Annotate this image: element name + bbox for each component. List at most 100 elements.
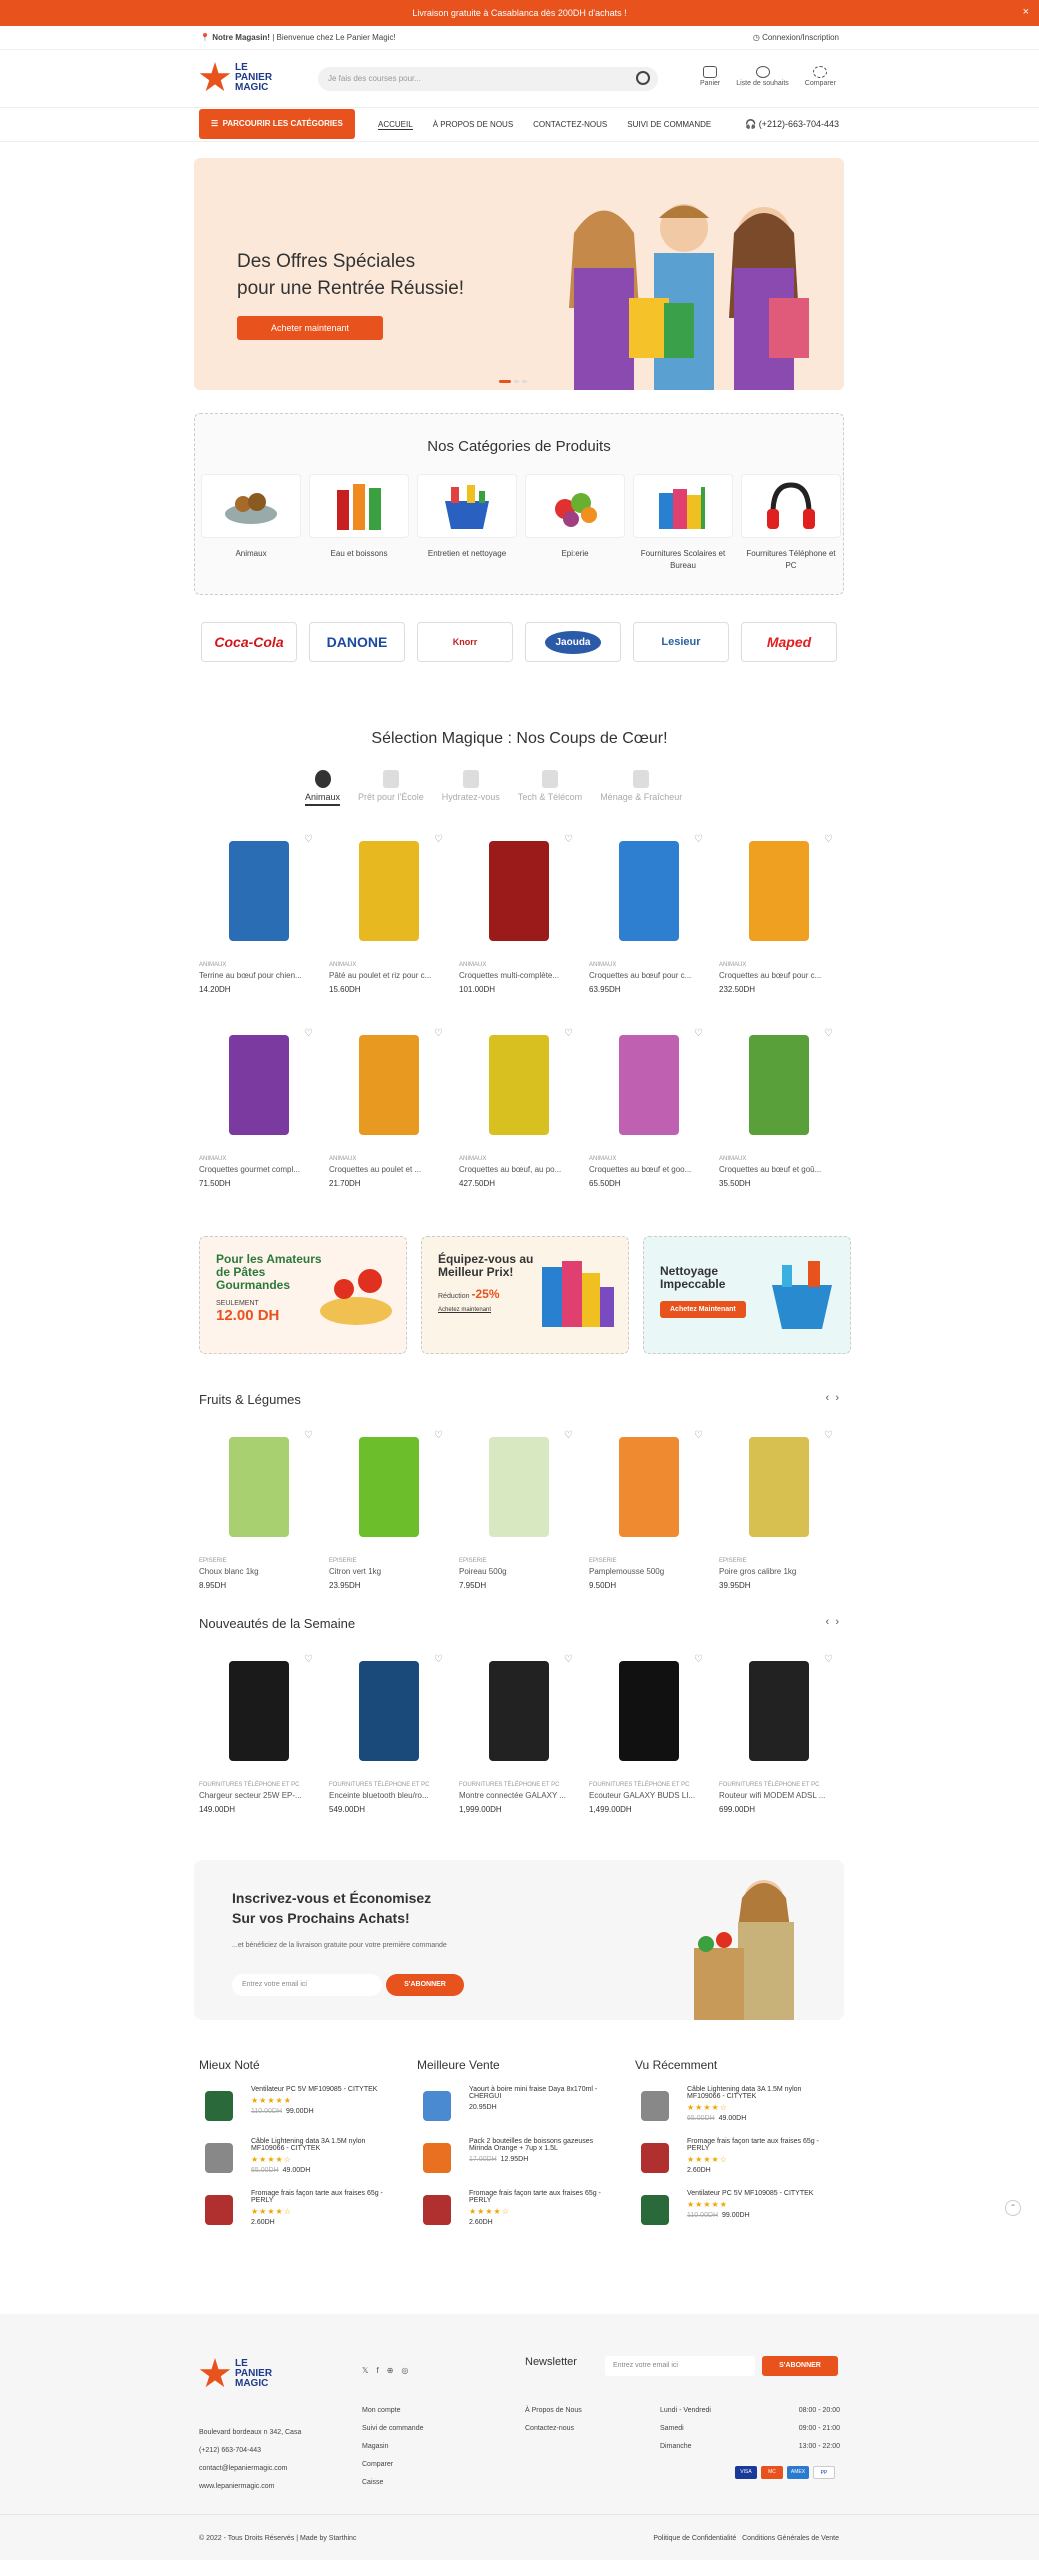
tab-hydratez[interactable]: Hydratez-vous [442,770,500,806]
product-name[interactable]: Pamplemousse 500g [589,1567,707,1576]
mini-product-name[interactable]: Fromage frais façon tarte aux fraises 65… [251,2190,399,2204]
category-entretien[interactable]: Entretien et nettoyage [417,474,517,572]
mini-product[interactable]: Pack 2 bouteilles de boissons gazeuses M… [417,2138,617,2178]
product-image[interactable]: ♡ [459,1026,579,1144]
heart-icon[interactable]: ♡ [564,1654,573,1665]
product-image[interactable]: ♡ [199,832,319,950]
product-image[interactable]: ♡ [719,1428,839,1546]
promo-pates[interactable]: Pour les Amateurs de Pâtes Gourmandes SE… [199,1236,407,1354]
heart-icon[interactable]: ♡ [694,1028,703,1039]
search-input[interactable]: Je fais des courses pour... [318,67,658,91]
mini-product-image[interactable] [199,2086,239,2126]
mini-product-name[interactable]: Ventilateur PC 5V MF109085 - CITYTEK [687,2190,813,2197]
product-image[interactable]: ♡ [329,1428,449,1546]
product-image[interactable]: ♡ [459,1652,579,1770]
newsletter-email-input[interactable]: Entrez votre email ici [232,1974,382,1996]
mini-product[interactable]: Ventilateur PC 5V MF109085 - CITYTEK ★★★★… [199,2086,399,2126]
instagram-icon[interactable]: ◎ [401,2366,408,2375]
footer-link[interactable]: Comparer [362,2456,423,2474]
heart-icon[interactable]: ♡ [304,834,313,845]
product-name[interactable]: Montre connectée GALAXY ... [459,1791,577,1800]
product-card[interactable]: ♡ EPISERIE Pamplemousse 500g 9.50DH [589,1428,719,1590]
footer-logo[interactable]: LE PANIER MAGIC [199,2358,272,2390]
product-name[interactable]: Croquettes au bœuf et goo... [589,1165,707,1174]
product-name[interactable]: Poire gros calibre 1kg [719,1567,837,1576]
product-image[interactable]: ♡ [719,832,839,950]
phone-number[interactable]: 🎧 (+212)-663-704-443 [745,119,839,130]
product-card[interactable]: ♡ EPISERIE Citron vert 1kg 23.95DH [329,1428,459,1590]
product-image[interactable]: ♡ [199,1428,319,1546]
mini-product-name[interactable]: Fromage frais façon tarte aux fraises 65… [687,2138,835,2152]
promo-fournitures[interactable]: Équipez-vous au Meilleur Prix! Réduction… [421,1236,629,1354]
brand-jaouda[interactable]: Jaouda [525,622,621,662]
footer-email-input[interactable]: Entrez votre email ici [605,2356,755,2376]
mini-product-name[interactable]: Câble Lightening data 3A 1.5M nylon MF10… [251,2138,399,2152]
heart-icon[interactable]: ♡ [824,1028,833,1039]
product-card[interactable]: ♡ EPISERIE Choux blanc 1kg 8.95DH [199,1428,329,1590]
product-name[interactable]: Croquettes au bœuf et goû... [719,1165,837,1174]
nav-home[interactable]: ACCUEIL [378,120,413,130]
mini-product-name[interactable]: Câble Lightening data 3A 1.5M nylon MF10… [687,2086,835,2100]
footer-link[interactable]: Suivi de commande [362,2420,423,2438]
product-image[interactable]: ♡ [329,1026,449,1144]
product-image[interactable]: ♡ [589,832,709,950]
mini-product-image[interactable] [635,2086,675,2126]
mini-product[interactable]: Fromage frais façon tarte aux fraises 65… [199,2190,399,2230]
nav-about[interactable]: À PROPOS DE NOUS [433,120,513,130]
product-name[interactable]: Croquettes au bœuf pour c... [719,971,837,980]
heart-icon[interactable]: ♡ [434,834,443,845]
tab-ecole[interactable]: Prêt pour l'École [358,770,424,806]
heart-icon[interactable]: ♡ [434,1028,443,1039]
footer-subscribe-button[interactable]: S'ABONNER [762,2356,838,2376]
heart-icon[interactable]: ♡ [304,1654,313,1665]
product-card[interactable]: ♡ ANIMAUX Croquettes au bœuf pour c... 63.9… [589,832,719,994]
promo-nettoyage[interactable]: Nettoyage Impeccable Achetez Maintenant [643,1236,851,1354]
product-card[interactable]: ♡ ANIMAUX Croquettes multi-complète... 101.… [459,832,589,994]
heart-icon[interactable]: ♡ [564,1028,573,1039]
footer-site[interactable]: www.lepaniermagic.com [199,2478,301,2496]
heart-icon[interactable]: ♡ [824,1654,833,1665]
product-card[interactable]: ♡ ANIMAUX Croquettes au bœuf pour c... 232.… [719,832,849,994]
hero-shop-button[interactable]: Acheter maintenant [237,316,383,340]
brand-maped[interactable]: Maped [741,622,837,662]
product-name[interactable]: Croquettes multi-complète... [459,971,577,980]
product-card[interactable]: ♡ ANIMAUX Terrine au bœuf pour chien... 14.… [199,832,329,994]
product-card[interactable]: ♡ EPISERIE Poire gros calibre 1kg 39.95DH [719,1428,849,1590]
product-name[interactable]: Ecouteur GALAXY BUDS LI... [589,1791,707,1800]
heart-icon[interactable]: ♡ [824,1430,833,1441]
compare-button[interactable]: Comparer [805,66,836,87]
mini-product-image[interactable] [417,2138,457,2178]
heart-icon[interactable]: ♡ [304,1430,313,1441]
product-name[interactable]: Pâté au poulet et riz pour c... [329,971,447,980]
product-image[interactable]: ♡ [329,1652,449,1770]
footer-link[interactable]: Contactez-nous [525,2420,582,2438]
product-card[interactable]: ♡ ANIMAUX Croquettes gourmet compl... 71.50… [199,1026,329,1188]
product-name[interactable]: Croquettes au bœuf pour c... [589,971,707,980]
heart-icon[interactable]: ♡ [694,834,703,845]
product-image[interactable]: ♡ [459,1428,579,1546]
category-animaux[interactable]: Animaux [201,474,301,572]
product-image[interactable]: ♡ [589,1428,709,1546]
mini-product-image[interactable] [199,2138,239,2178]
product-name[interactable]: Croquettes gourmet compl... [199,1165,317,1174]
product-card[interactable]: ♡ ANIMAUX Croquettes au poulet et ... 21.70… [329,1026,459,1188]
tab-animaux[interactable]: Animaux [305,770,341,806]
store-link[interactable]: Notre Magasin! [212,33,270,42]
mini-product-image[interactable] [417,2086,457,2126]
mini-product-name[interactable]: Yaourt à boire mini fraise Daya 8x170ml … [469,2086,617,2100]
mini-product[interactable]: Câble Lightening data 3A 1.5M nylon MF10… [635,2086,835,2126]
footer-phone[interactable]: (+212) 663-704-443 [199,2442,301,2460]
wishlist-button[interactable]: Liste de souhaits [736,66,789,87]
newweek-arrows[interactable]: ‹ › [826,1616,839,1628]
search-icon[interactable] [636,71,650,85]
mini-product[interactable]: Yaourt à boire mini fraise Daya 8x170ml … [417,2086,617,2126]
mini-product[interactable]: Fromage frais façon tarte aux fraises 65… [635,2138,835,2178]
newsletter-subscribe-button[interactable]: S'ABONNER [386,1974,464,1996]
category-telephone-pc[interactable]: Fournitures Téléphone et PC [741,474,841,572]
tab-menage[interactable]: Ménage & Fraîcheur [600,770,682,806]
product-name[interactable]: Poireau 500g [459,1567,577,1576]
login-link[interactable]: ◷ Connexion/Inscription [753,33,839,42]
browse-categories-button[interactable]: ☰ PARCOURIR LES CATÉGORIES [199,109,355,139]
product-name[interactable]: Terrine au bœuf pour chien... [199,971,317,980]
product-card[interactable]: ♡ FOURNITURES TÉLÉPHONE ET PC Ecouteur GAL… [589,1652,719,1814]
